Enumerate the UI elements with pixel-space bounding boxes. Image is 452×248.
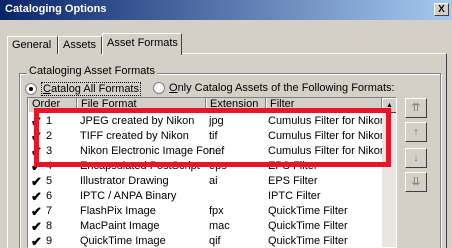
row-file-format: Nikon Electronic Image For... — [80, 145, 222, 157]
row-filter: QuickTime Filter — [268, 205, 348, 217]
scroll-up-arrow-icon[interactable]: ▲ — [382, 98, 396, 113]
checkmark-icon[interactable]: ✔ — [31, 115, 42, 128]
row-order: 1 — [46, 115, 53, 127]
column-header-filter[interactable]: Filter — [266, 98, 382, 112]
radio-selected-icon — [25, 83, 37, 95]
vertical-scrollbar[interactable]: ▲ — [382, 98, 396, 247]
cataloging-options-dialog: Cataloging Options X General Assets Asse… — [0, 0, 452, 248]
row-extension: tif — [209, 130, 218, 142]
list-header: Order File Format Extension Filter — [28, 98, 396, 112]
row-order: 5 — [46, 175, 53, 187]
row-file-format: Encapsulated PostScript — [80, 160, 200, 172]
row-filter: QuickTime Filter — [268, 220, 348, 232]
row-file-format: TIFF created by Nikon — [80, 130, 189, 142]
row-extension: eps — [209, 160, 227, 172]
checkmark-icon[interactable]: ✔ — [31, 175, 42, 188]
row-filter: Cumulus Filter for Nikon... — [268, 130, 396, 142]
row-order: 8 — [46, 220, 53, 232]
row-extension: nef — [209, 145, 225, 157]
window-title: Cataloging Options — [5, 3, 107, 15]
column-header-extension[interactable]: Extension — [206, 98, 266, 112]
list-item[interactable]: ✔ 3 Nikon Electronic Image For... nef Cumulu… — [28, 145, 395, 158]
checkmark-icon[interactable]: ✔ — [31, 220, 42, 233]
row-file-format: MacPaint Image — [80, 220, 160, 232]
list-item[interactable]: ✔ 7 FlashPix Image fpx QuickTime Filter — [28, 205, 382, 218]
row-filter: IPTC Filter — [268, 190, 321, 202]
row-file-format: QuickTime Image — [80, 235, 166, 247]
radio-all-label: Catalog All Formats — [41, 82, 141, 96]
radio-catalog-all-formats[interactable]: Catalog All Formats — [25, 82, 141, 96]
move-top-icon: ⇈ — [411, 102, 421, 114]
move-down-icon: ↓ — [413, 152, 419, 164]
move-down-button[interactable]: ↓ — [405, 148, 427, 168]
checkmark-icon[interactable]: ✔ — [31, 235, 42, 247]
asset-formats-list[interactable]: Order File Format Extension Filter ✔ 1 JPE… — [27, 97, 397, 248]
row-order: 3 — [46, 145, 53, 157]
row-extension: ai — [209, 175, 218, 187]
row-extension: jpg — [209, 115, 224, 127]
row-file-format: JPEG created by Nikon — [80, 115, 195, 127]
row-order: 7 — [46, 205, 53, 217]
list-item[interactable]: ✔ 6 IPTC / ANPA Binary IPTC Filter — [28, 190, 382, 203]
list-item[interactable]: ✔ 1 JPEG created by Nikon jpg Cumulus Filter… — [28, 115, 395, 128]
row-extension: mac — [209, 220, 230, 232]
checkmark-icon[interactable]: ✔ — [31, 190, 42, 203]
move-bottom-icon: ⇊ — [411, 176, 421, 188]
radio-only-catalog-formats[interactable]: Only Catalog Assets of the Following For… — [153, 82, 395, 94]
row-order: 2 — [46, 130, 53, 142]
tab-asset-formats[interactable]: Asset Formats — [102, 33, 182, 55]
row-filter: Cumulus Filter for Nikon... — [268, 145, 396, 157]
row-order: 4 — [46, 160, 53, 172]
checkmark-icon[interactable]: ✔ — [31, 205, 42, 218]
row-file-format: Illustrator Drawing — [80, 175, 169, 187]
group-label: Cataloging Asset Formats — [27, 65, 157, 77]
checkmark-icon[interactable]: ✔ — [31, 160, 42, 173]
column-header-file-format[interactable]: File Format — [77, 98, 206, 112]
list-item[interactable]: ✔ 8 MacPaint Image mac QuickTime Filter — [28, 220, 382, 233]
checkmark-icon[interactable]: ✔ — [31, 130, 42, 143]
move-top-button[interactable]: ⇈ — [405, 98, 427, 118]
row-filter: Cumulus Filter for Nikon... — [268, 115, 396, 127]
title-bar[interactable]: Cataloging Options X — [0, 0, 452, 20]
move-up-button[interactable]: ↑ — [405, 122, 427, 142]
list-item[interactable]: ✔ 4 Encapsulated PostScript eps EPS Filter — [28, 160, 382, 173]
tab-general[interactable]: General — [7, 36, 58, 54]
close-button[interactable]: X — [434, 3, 449, 16]
row-order: 9 — [46, 235, 53, 247]
radio-unselected-icon — [153, 82, 165, 94]
row-extension: qif — [209, 235, 221, 247]
checkmark-icon[interactable]: ✔ — [31, 145, 42, 158]
radio-only-label: Only Catalog Assets of the Following For… — [169, 82, 395, 94]
column-header-order[interactable]: Order — [28, 98, 77, 112]
row-filter: EPS Filter — [268, 175, 318, 187]
row-filter: EPS Filter — [268, 160, 318, 172]
row-file-format: FlashPix Image — [80, 205, 156, 217]
move-bottom-button[interactable]: ⇊ — [405, 172, 427, 192]
list-item[interactable]: ✔ 2 TIFF created by Nikon tif Cumulus Filter… — [28, 130, 395, 143]
tab-assets[interactable]: Assets — [58, 36, 102, 54]
move-up-icon: ↑ — [413, 126, 419, 138]
list-item[interactable]: ✔ 5 Illustrator Drawing ai EPS Filter — [28, 175, 382, 188]
row-order: 6 — [46, 190, 53, 202]
list-item[interactable]: ✔ 9 QuickTime Image qif QuickTime Filter — [28, 235, 382, 247]
row-extension: fpx — [209, 205, 224, 217]
row-file-format: IPTC / ANPA Binary — [80, 190, 177, 202]
row-filter: QuickTime Filter — [268, 235, 348, 247]
